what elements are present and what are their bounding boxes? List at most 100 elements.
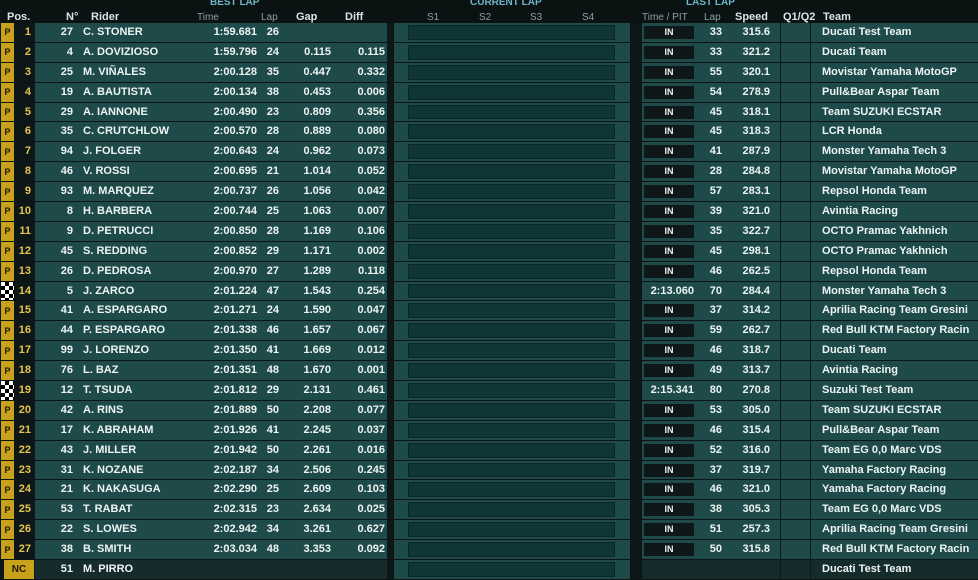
rider-name[interactable]: J. FOLGER (77, 142, 199, 162)
rider-name[interactable]: J. LORENZO (77, 341, 199, 361)
table-row[interactable]: P 26 22 S. LOWES 2:02.942 34 3.261 0.627… (0, 520, 978, 541)
rider-name[interactable]: K. NOZANE (77, 460, 199, 480)
col-best-time[interactable]: Time (197, 12, 219, 23)
rider-name[interactable]: M. PIRRO (77, 560, 199, 579)
table-row[interactable]: P 20 42 A. RINS 2:01.889 50 2.208 0.077 … (0, 400, 978, 421)
table-row[interactable]: P 18 76 L. BAZ 2:01.351 48 1.670 0.001 I… (0, 361, 978, 382)
table-row[interactable]: P 13 26 D. PEDROSA 2:00.970 27 1.289 0.1… (0, 261, 978, 282)
rider-number: 26 (35, 261, 77, 281)
table-row[interactable]: P 6 35 C. CRUTCHLOW 2:00.570 28 0.889 0.… (0, 122, 978, 143)
rider-name[interactable]: T. RABAT (77, 500, 199, 520)
table-row[interactable]: 19 12 T. TSUDA 2:01.812 29 2.131 0.461 2… (0, 381, 978, 401)
rider-number: 17 (35, 420, 77, 440)
col-last-lap[interactable]: Lap (704, 12, 721, 23)
speed-value: 322.7 (726, 221, 780, 241)
rider-name[interactable]: H. BARBERA (77, 202, 199, 221)
rider-name[interactable]: M. MARQUEZ (77, 182, 199, 202)
table-row[interactable]: P 15 41 A. ESPARGARO 2:01.271 24 1.590 0… (0, 301, 978, 322)
rider-name[interactable]: K. NAKASUGA (77, 480, 199, 500)
table-row[interactable]: P 2 4 A. DOVIZIOSO 1:59.796 24 0.115 0.1… (0, 42, 978, 63)
table-row[interactable]: NC 51 M. PIRRO Ducati Test Team (0, 560, 978, 580)
table-row[interactable]: P 7 94 J. FOLGER 2:00.643 24 0.962 0.073… (0, 142, 978, 163)
last-lap-number: 57 (696, 182, 726, 202)
rider-name[interactable]: D. PEDROSA (77, 261, 199, 281)
rider-name[interactable]: S. LOWES (77, 520, 199, 540)
col-rider[interactable]: Rider (91, 11, 119, 23)
best-lap-time: 2:03.034 (199, 540, 259, 560)
sector-progress-bar (408, 263, 615, 279)
table-row[interactable]: P 12 45 S. REDDING 2:00.852 29 1.171 0.0… (0, 241, 978, 262)
rider-name[interactable]: J. ZARCO (77, 281, 199, 301)
timing-table: P 1 27 C. STONER 1:59.681 26 IN 33 315.6… (0, 23, 978, 580)
pit-in-badge: IN (644, 125, 694, 139)
rider-name[interactable]: S. REDDING (77, 241, 199, 261)
rider-number: 51 (35, 560, 77, 579)
rider-name[interactable]: A. BAUTISTA (77, 82, 199, 102)
team-name: Yamaha Factory Racing (811, 480, 978, 500)
rider-name[interactable]: K. ABRAHAM (77, 420, 199, 440)
rider-name[interactable]: P. ESPARGARO (77, 321, 199, 341)
table-row[interactable]: P 16 44 P. ESPARGARO 2:01.338 46 1.657 0… (0, 321, 978, 342)
table-row[interactable]: P 21 17 K. ABRAHAM 2:01.926 41 2.245 0.0… (0, 420, 978, 441)
col-diff[interactable]: Diff (345, 11, 363, 23)
speed-value: 318.3 (726, 122, 780, 142)
status-flag: P (1, 261, 14, 281)
best-lap-time: 2:00.128 (199, 62, 259, 82)
rider-number: 29 (35, 102, 77, 122)
rider-name[interactable]: A. IANNONE (77, 102, 199, 122)
table-row[interactable]: P 27 38 B. SMITH 2:03.034 48 3.353 0.092… (0, 540, 978, 561)
rider-name[interactable]: C. STONER (77, 23, 199, 42)
diff-value: 0.115 (333, 42, 387, 62)
last-lap-number: 39 (696, 202, 726, 221)
current-lap-sectors (394, 202, 630, 221)
col-number[interactable]: N° (66, 11, 78, 23)
table-row[interactable]: P 22 43 J. MILLER 2:01.942 50 2.261 0.01… (0, 440, 978, 461)
q1q2-cell (781, 480, 810, 500)
rider-name[interactable]: B. SMITH (77, 540, 199, 560)
col-gap[interactable]: Gap (296, 11, 317, 23)
best-lap-number: 34 (259, 460, 283, 480)
table-row[interactable]: P 24 21 K. NAKASUGA 2:02.290 25 2.609 0.… (0, 480, 978, 501)
table-row[interactable]: P 3 25 M. VIÑALES 2:00.128 35 0.447 0.33… (0, 62, 978, 83)
best-lap-number: 29 (259, 241, 283, 261)
rider-name[interactable]: L. BAZ (77, 361, 199, 381)
rider-number: 25 (35, 62, 77, 82)
rider-name[interactable]: A. ESPARGARO (77, 301, 199, 321)
table-row[interactable]: P 4 19 A. BAUTISTA 2:00.134 38 0.453 0.0… (0, 82, 978, 103)
table-row[interactable]: P 8 46 V. ROSSI 2:00.695 21 1.014 0.052 … (0, 162, 978, 183)
table-row[interactable]: P 10 8 H. BARBERA 2:00.744 25 1.063 0.00… (0, 202, 978, 222)
table-row[interactable]: P 17 99 J. LORENZO 2:01.350 41 1.669 0.0… (0, 341, 978, 362)
col-best-lap[interactable]: Lap (261, 12, 278, 23)
table-row[interactable]: 14 5 J. ZARCO 2:01.224 47 1.543 0.254 2:… (0, 281, 978, 302)
table-row[interactable]: P 11 9 D. PETRUCCI 2:00.850 28 1.169 0.1… (0, 221, 978, 242)
table-row[interactable]: P 5 29 A. IANNONE 2:00.490 23 0.809 0.35… (0, 102, 978, 123)
team-name: Yamaha Factory Racing (811, 460, 978, 480)
col-time-pit[interactable]: Time / PIT (642, 12, 688, 23)
rider-name[interactable]: V. ROSSI (77, 162, 199, 182)
col-pos[interactable]: Pos. (7, 11, 30, 23)
status-flag: P (1, 182, 14, 202)
best-lap-number: 29 (259, 381, 283, 400)
rider-name[interactable]: D. PETRUCCI (77, 221, 199, 241)
best-lap-time: 2:00.744 (199, 202, 259, 221)
speed-value: 262.7 (726, 321, 780, 341)
rider-name[interactable]: A. DOVIZIOSO (77, 42, 199, 62)
table-row[interactable]: P 1 27 C. STONER 1:59.681 26 IN 33 315.6… (0, 23, 978, 43)
position: 14 (18, 284, 31, 297)
table-row[interactable]: P 23 31 K. NOZANE 2:02.187 34 2.506 0.24… (0, 460, 978, 481)
rider-name[interactable]: M. VIÑALES (77, 62, 199, 82)
rider-name[interactable]: A. RINS (77, 400, 199, 420)
rider-name[interactable]: T. TSUDA (77, 381, 199, 400)
current-lap-sectors (394, 361, 630, 381)
table-row[interactable]: P 25 53 T. RABAT 2:02.315 23 2.634 0.025… (0, 500, 978, 521)
rider-name[interactable]: C. CRUTCHLOW (77, 122, 199, 142)
col-speed[interactable]: Speed (735, 11, 768, 23)
col-q1q2[interactable]: Q1/Q2 (783, 11, 815, 23)
best-lap-number: 34 (259, 520, 283, 540)
rider-name[interactable]: J. MILLER (77, 440, 199, 460)
table-row[interactable]: P 9 93 M. MARQUEZ 2:00.737 26 1.056 0.04… (0, 182, 978, 203)
best-lap-time: 2:00.737 (199, 182, 259, 202)
last-lap-time-pit: IN (642, 520, 696, 540)
col-team[interactable]: Team (823, 11, 851, 23)
q1q2-cell (781, 460, 810, 480)
